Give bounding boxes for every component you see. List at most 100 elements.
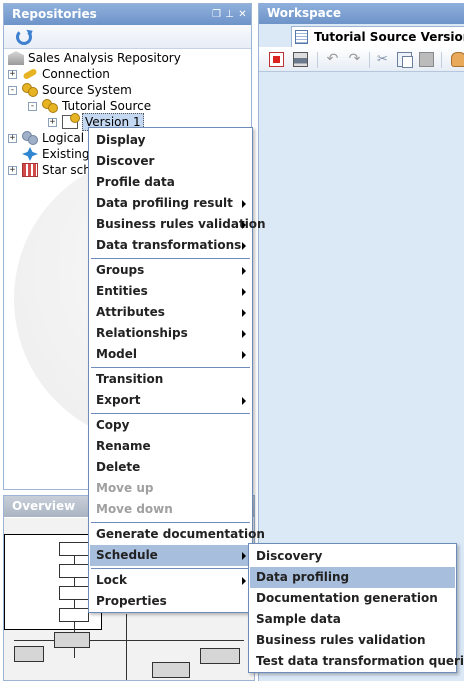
redo-icon[interactable]: ↷ bbox=[347, 52, 362, 67]
menu-item-data-transformations[interactable]: Data transformations bbox=[90, 235, 251, 256]
star-schema-icon bbox=[22, 163, 38, 177]
menu-item-generate-documentation[interactable]: Generate documentation bbox=[90, 524, 265, 545]
diagram-node bbox=[152, 662, 190, 678]
submenu-item-sample-data[interactable]: Sample data bbox=[250, 609, 455, 630]
tab-label: Tutorial Source Version 1 D bbox=[314, 30, 464, 44]
menu-item-lock[interactable]: Lock bbox=[90, 570, 251, 591]
tree-node-label: Sales Analysis Repository bbox=[28, 51, 181, 65]
tree-node-connection[interactable]: + Connection bbox=[8, 66, 110, 82]
submenu-arrow-icon bbox=[242, 577, 246, 585]
workspace-title: Workspace bbox=[267, 6, 342, 20]
menu-item-schedule[interactable]: Schedule bbox=[90, 545, 251, 566]
menu-separator bbox=[91, 258, 250, 259]
diagram-node bbox=[14, 646, 44, 662]
toolbar-separator bbox=[369, 52, 370, 68]
menu-item-model[interactable]: Model bbox=[90, 344, 251, 365]
panel-controls: ❐ ⊥ ✕ bbox=[212, 4, 247, 25]
copy-icon[interactable] bbox=[397, 52, 413, 68]
menu-item-discover[interactable]: Discover bbox=[90, 151, 251, 172]
schedule-submenu: Discovery Data profiling Documentation g… bbox=[248, 543, 464, 673]
toolbar-separator bbox=[317, 52, 318, 68]
submenu-arrow-icon bbox=[242, 221, 246, 229]
repositories-title: Repositories bbox=[12, 7, 97, 21]
close-icon[interactable]: ✕ bbox=[238, 4, 247, 25]
menu-item-transition[interactable]: Transition bbox=[90, 369, 251, 390]
context-menu: Display Discover Profile data Data profi… bbox=[88, 127, 266, 613]
submenu-item-business-rules-validation[interactable]: Business rules validation bbox=[250, 630, 455, 651]
menu-item-entities[interactable]: Entities bbox=[90, 281, 251, 302]
tree-node-label: Existing bbox=[42, 147, 90, 161]
submenu-arrow-icon bbox=[242, 552, 246, 560]
paste-icon[interactable] bbox=[419, 52, 434, 67]
menu-item-display[interactable]: Display bbox=[90, 130, 251, 151]
submenu-item-discovery[interactable]: Discovery bbox=[250, 546, 455, 567]
diagram-node bbox=[54, 632, 90, 648]
repository-icon bbox=[8, 51, 24, 65]
menu-item-properties[interactable]: Properties bbox=[90, 591, 251, 612]
diagram-node bbox=[59, 586, 89, 600]
menu-item-business-rules-validation[interactable]: Business rules validation bbox=[90, 214, 266, 235]
menu-item-rename[interactable]: Rename bbox=[90, 436, 251, 457]
tree-node-label: Source System bbox=[42, 83, 132, 97]
version-icon bbox=[62, 113, 80, 129]
menu-separator bbox=[91, 522, 250, 523]
submenu-arrow-icon bbox=[242, 309, 246, 317]
submenu-item-data-profiling[interactable]: Data profiling bbox=[250, 567, 455, 588]
submenu-arrow-icon bbox=[242, 330, 246, 338]
tree-node-tutorial-source[interactable]: - Tutorial Source bbox=[28, 98, 151, 114]
diagram-node bbox=[200, 648, 240, 664]
collapse-icon[interactable]: - bbox=[28, 101, 37, 111]
document-icon bbox=[295, 30, 308, 44]
menu-item-attributes[interactable]: Attributes bbox=[90, 302, 251, 323]
tree-node-logical[interactable]: + Logical bbox=[8, 130, 84, 146]
submenu-arrow-icon bbox=[242, 267, 246, 275]
tree-node-source-system[interactable]: - Source System bbox=[8, 82, 132, 98]
undo-icon[interactable]: ↶ bbox=[325, 52, 340, 67]
tree-node-star-schema[interactable]: + Star sch bbox=[8, 162, 91, 178]
repositories-header: Repositories ❐ ⊥ ✕ bbox=[4, 4, 251, 25]
menu-item-groups[interactable]: Groups bbox=[90, 260, 251, 281]
menu-item-data-profiling-result[interactable]: Data profiling result bbox=[90, 193, 251, 214]
restore-icon[interactable]: ❐ bbox=[212, 4, 221, 25]
workspace-header: Workspace bbox=[259, 3, 464, 24]
pan-hand-icon[interactable] bbox=[451, 52, 464, 67]
menu-separator bbox=[91, 413, 250, 414]
diagram-node bbox=[59, 564, 89, 578]
menu-item-profile-data[interactable]: Profile data bbox=[90, 172, 251, 193]
pin-icon[interactable]: ⊥ bbox=[225, 4, 234, 25]
tree-node-label: Star sch bbox=[42, 163, 91, 177]
pdf-export-icon[interactable] bbox=[269, 52, 284, 67]
submenu-item-documentation-generation[interactable]: Documentation generation bbox=[250, 588, 455, 609]
expand-icon[interactable]: + bbox=[8, 69, 17, 79]
source-icon bbox=[42, 99, 58, 113]
tab-tutorial-source-version[interactable]: Tutorial Source Version 1 D bbox=[291, 26, 464, 47]
tree-node-label: Tutorial Source bbox=[62, 99, 152, 113]
repositories-toolbar bbox=[4, 25, 251, 49]
menu-separator bbox=[91, 367, 250, 368]
menu-item-relationships[interactable]: Relationships bbox=[90, 323, 251, 344]
submenu-arrow-icon bbox=[242, 242, 246, 250]
workspace-toolbar: ↶ ↷ ✂ bbox=[259, 47, 464, 72]
expand-icon[interactable]: + bbox=[8, 165, 17, 175]
print-icon[interactable] bbox=[293, 52, 308, 67]
overview-title: Overview bbox=[12, 499, 76, 513]
menu-item-export[interactable]: Export bbox=[90, 390, 251, 411]
menu-item-move-down: Move down bbox=[96, 502, 173, 516]
collapse-icon[interactable]: - bbox=[8, 85, 17, 95]
source-system-icon bbox=[22, 83, 38, 97]
submenu-item-test-data-transformation-queries[interactable]: Test data transformation queries bbox=[250, 651, 464, 672]
refresh-icon[interactable] bbox=[16, 29, 32, 45]
tree-node-repository[interactable]: Sales Analysis Repository bbox=[8, 50, 181, 66]
cut-icon[interactable]: ✂ bbox=[375, 52, 390, 67]
expand-icon[interactable]: + bbox=[8, 133, 17, 143]
menu-item-copy[interactable]: Copy bbox=[90, 415, 251, 436]
expand-icon[interactable]: + bbox=[48, 117, 57, 127]
menu-item-delete[interactable]: Delete bbox=[90, 457, 251, 478]
tree-node-label: Connection bbox=[42, 67, 110, 81]
tree-node-existing[interactable]: Existing bbox=[22, 146, 90, 162]
menu-item-move-up: Move up bbox=[96, 481, 154, 495]
existing-icon bbox=[22, 147, 38, 161]
submenu-arrow-icon bbox=[242, 351, 246, 359]
submenu-arrow-icon bbox=[242, 288, 246, 296]
logical-icon bbox=[22, 131, 38, 145]
